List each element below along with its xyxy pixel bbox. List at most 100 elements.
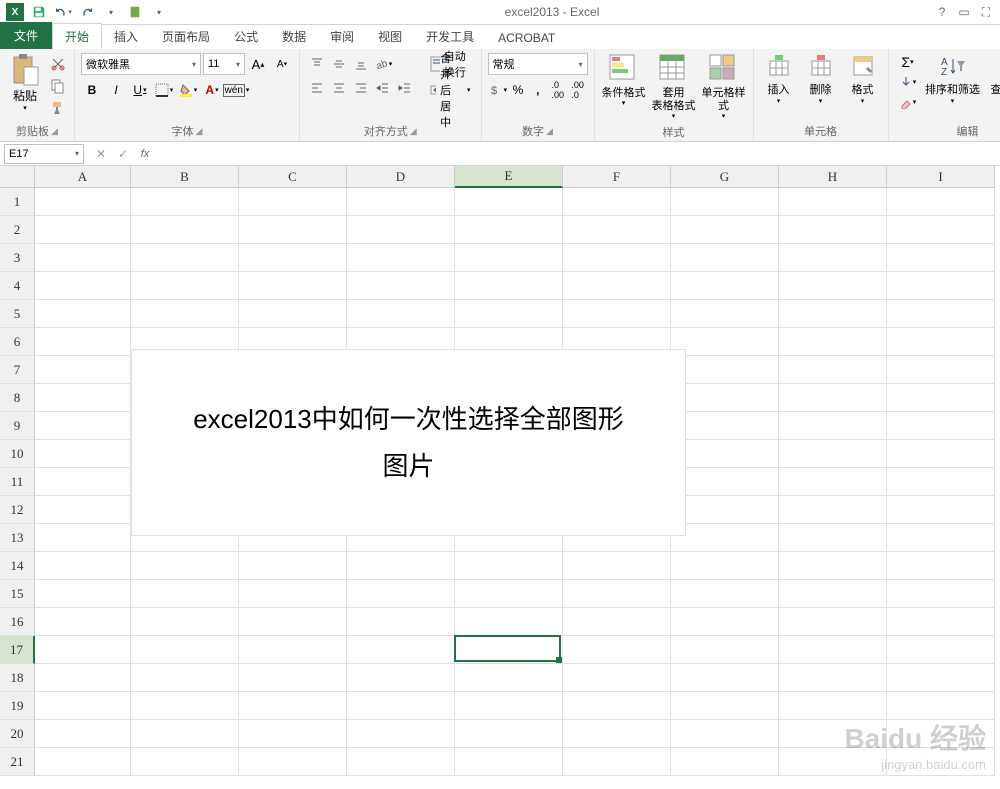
- alignment-launcher[interactable]: ◢: [410, 126, 417, 137]
- italic-button[interactable]: I: [105, 79, 127, 101]
- column-header[interactable]: B: [131, 166, 239, 188]
- cell[interactable]: [239, 748, 347, 776]
- cell[interactable]: [131, 216, 239, 244]
- row-header[interactable]: 16: [0, 608, 35, 636]
- cell[interactable]: [671, 216, 779, 244]
- align-center-button[interactable]: [328, 77, 350, 99]
- delete-cells-button[interactable]: 删除▾: [802, 53, 840, 105]
- cell[interactable]: [35, 188, 131, 216]
- cell[interactable]: [347, 244, 455, 272]
- formula-input[interactable]: [160, 144, 1000, 164]
- cell[interactable]: [347, 300, 455, 328]
- cell[interactable]: [35, 552, 131, 580]
- cell[interactable]: [887, 384, 995, 412]
- font-color-button[interactable]: A▾: [201, 79, 223, 101]
- align-middle-button[interactable]: [328, 53, 350, 75]
- merge-center-button[interactable]: 合并后居中▾: [426, 79, 475, 101]
- conditional-format-button[interactable]: 条件格式▾: [601, 53, 647, 109]
- cell[interactable]: [239, 188, 347, 216]
- cell[interactable]: [671, 412, 779, 440]
- touch-mode-button[interactable]: [124, 1, 146, 23]
- cell[interactable]: [671, 636, 779, 664]
- align-bottom-button[interactable]: [350, 53, 372, 75]
- cell[interactable]: [887, 636, 995, 664]
- cell[interactable]: [887, 468, 995, 496]
- enter-formula-button[interactable]: ✓: [112, 144, 134, 164]
- cell[interactable]: [131, 244, 239, 272]
- cell[interactable]: [239, 720, 347, 748]
- row-header[interactable]: 12: [0, 496, 35, 524]
- cell[interactable]: [887, 188, 995, 216]
- cell[interactable]: [887, 216, 995, 244]
- increase-font-button[interactable]: A▴: [247, 53, 269, 75]
- tab-view[interactable]: 视图: [366, 24, 414, 49]
- cell[interactable]: [35, 664, 131, 692]
- cell[interactable]: [671, 384, 779, 412]
- cell[interactable]: [671, 244, 779, 272]
- cell[interactable]: [347, 272, 455, 300]
- cell[interactable]: [455, 748, 563, 776]
- tab-acrobat[interactable]: ACROBAT: [486, 27, 567, 49]
- row-header[interactable]: 5: [0, 300, 35, 328]
- row-header[interactable]: 13: [0, 524, 35, 552]
- row-header[interactable]: 3: [0, 244, 35, 272]
- tab-page-layout[interactable]: 页面布局: [150, 24, 222, 49]
- column-header[interactable]: A: [35, 166, 131, 188]
- cell[interactable]: [131, 664, 239, 692]
- cell[interactable]: [779, 636, 887, 664]
- cell[interactable]: [887, 692, 995, 720]
- row-header[interactable]: 1: [0, 188, 35, 216]
- cell[interactable]: [455, 608, 563, 636]
- column-header[interactable]: D: [347, 166, 455, 188]
- column-header[interactable]: H: [779, 166, 887, 188]
- cell[interactable]: [347, 664, 455, 692]
- cell[interactable]: [35, 496, 131, 524]
- cell[interactable]: [671, 356, 779, 384]
- cell[interactable]: [563, 720, 671, 748]
- paste-button[interactable]: 粘贴 ▾: [6, 53, 44, 112]
- cell[interactable]: [347, 720, 455, 748]
- cell[interactable]: [887, 300, 995, 328]
- insert-cells-button[interactable]: 插入▾: [760, 53, 798, 105]
- cell[interactable]: [779, 608, 887, 636]
- decrease-font-button[interactable]: A▾: [271, 53, 293, 75]
- cell[interactable]: [779, 524, 887, 552]
- cell[interactable]: [347, 748, 455, 776]
- align-right-button[interactable]: [350, 77, 372, 99]
- cell[interactable]: [131, 188, 239, 216]
- cell[interactable]: [35, 412, 131, 440]
- number-launcher[interactable]: ◢: [546, 126, 553, 137]
- save-button[interactable]: [28, 1, 50, 23]
- cell[interactable]: [779, 328, 887, 356]
- accounting-format-button[interactable]: $▾: [488, 79, 509, 101]
- cell[interactable]: [671, 552, 779, 580]
- cell-styles-button[interactable]: 单元格样式▾: [701, 53, 747, 122]
- cancel-formula-button[interactable]: ✕: [90, 144, 112, 164]
- cell[interactable]: [131, 580, 239, 608]
- undo-button[interactable]: ▾: [52, 1, 74, 23]
- maximize-button[interactable]: ⛶: [978, 5, 994, 20]
- cell[interactable]: [671, 300, 779, 328]
- cell[interactable]: [563, 244, 671, 272]
- cell[interactable]: [563, 608, 671, 636]
- font-launcher[interactable]: ◢: [196, 126, 203, 137]
- cell[interactable]: [779, 412, 887, 440]
- cell[interactable]: [239, 608, 347, 636]
- cut-button[interactable]: [48, 55, 68, 73]
- cell[interactable]: [779, 664, 887, 692]
- fill-color-button[interactable]: ▾: [177, 79, 199, 101]
- tab-developer[interactable]: 开发工具: [414, 24, 486, 49]
- cell[interactable]: [887, 748, 995, 776]
- cell[interactable]: [563, 692, 671, 720]
- cell[interactable]: [455, 272, 563, 300]
- cell[interactable]: [671, 440, 779, 468]
- row-header[interactable]: 20: [0, 720, 35, 748]
- row-header[interactable]: 19: [0, 692, 35, 720]
- cell[interactable]: [779, 440, 887, 468]
- cell[interactable]: [347, 636, 455, 664]
- cell[interactable]: [563, 552, 671, 580]
- text-box-shape[interactable]: excel2013中如何一次性选择全部图形 图片: [131, 349, 686, 536]
- cell[interactable]: [131, 300, 239, 328]
- decrease-indent-button[interactable]: [372, 77, 394, 99]
- decrease-decimal-button[interactable]: .00.0: [568, 79, 588, 101]
